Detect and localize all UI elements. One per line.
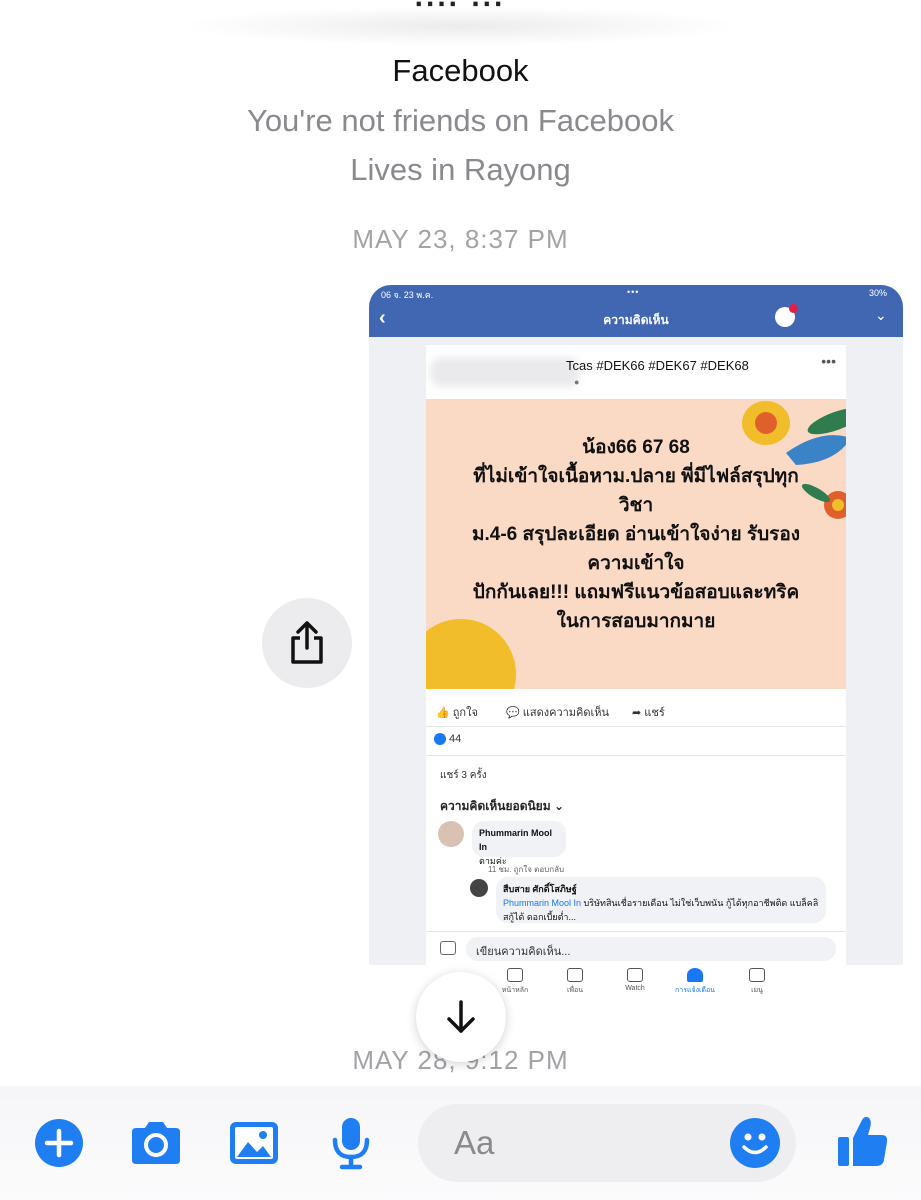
comment-meta: 11 ชม. ถูกใจ ตอบกลับ <box>488 865 565 874</box>
share-button[interactable] <box>262 598 352 688</box>
avatar <box>438 821 464 847</box>
like-reaction-icon <box>434 733 446 746</box>
promo-image: น้อง66 67 68 ที่ไม่เข้าใจเนื้อหาม.ปลาย พ… <box>426 399 846 689</box>
messenger-icon <box>775 304 798 327</box>
comment-composer: เขียนความคิดเห็น... <box>426 931 846 965</box>
comment-action: 💬 แสดงความคิดเห็น <box>506 707 610 719</box>
chevron-down-icon: ⌄ <box>875 307 887 323</box>
top-comments-filter: ความคิดเห็นยอดนิยม ⌄ <box>440 799 565 813</box>
post-actions: 👍 ถูกใจ 💬 แสดงความคิดเห็น ➦ แชร์ <box>426 689 846 727</box>
smiley-icon <box>742 1133 768 1155</box>
globe-icon: ● <box>574 377 580 387</box>
promo-line: ในการสอบมากมาย <box>556 611 716 632</box>
plus-button[interactable] <box>34 1118 84 1173</box>
share-count: แชร์ 3 ครั้ง <box>440 770 487 781</box>
camera-icon <box>440 941 456 955</box>
share-icon <box>291 621 323 664</box>
facebook-navbar: ‹ ความคิดเห็น ⌄ <box>369 301 903 337</box>
friend-status: You're not friends on Facebook <box>246 103 674 138</box>
like-button[interactable] <box>834 1112 892 1175</box>
arrow-down-icon <box>447 1000 475 1033</box>
message-timestamp: MAY 23, 8:37 PM <box>352 224 569 254</box>
camera-icon <box>132 1122 180 1164</box>
post-card: Tcas #DEK66 #DEK67 #DEK68 ● ••• น้อง66 6… <box>426 345 846 965</box>
share-action: ➦ แชร์ <box>632 707 665 719</box>
tab-menu: เมนู <box>732 968 782 996</box>
image-message[interactable]: 06 จ. 23 พ.ค. ••• 30% ‹ ความคิดเห็น ⌄ Tc… <box>369 285 903 965</box>
nav-title: ความคิดเห็น <box>603 313 669 327</box>
comment-bubble: สืบสาย ศักดิ์โสภิษฐ์ Phummarin Mool In บ… <box>496 877 826 923</box>
profile-location: Lives in Rayong <box>350 152 571 187</box>
post-tags: Tcas #DEK66 #DEK67 #DEK68 <box>566 358 749 373</box>
comment-input: เขียนความคิดเห็น... <box>466 937 836 961</box>
facebook-tab-bar: หน้าหลัก เพื่อน Watch การแจ้งเตือน เมนู <box>470 968 790 1002</box>
voice-button[interactable] <box>330 1116 372 1175</box>
contact-name-blurred: ∙∙∙∙ ∙∙∙ <box>160 0 760 46</box>
microphone-icon <box>332 1118 370 1170</box>
camera-button[interactable] <box>128 1120 184 1171</box>
promo-line: ที่ไม่เข้าใจเนื้อหาม.ปลาย พี่มีไฟล์สรุปท… <box>473 466 799 487</box>
message-input-placeholder: Aa <box>454 1124 495 1161</box>
emoji-button[interactable] <box>730 1118 780 1168</box>
avatar <box>470 879 488 897</box>
promo-line: วิชา <box>618 495 654 516</box>
reaction-count: 44 <box>434 733 461 746</box>
poster-name-blurred <box>430 357 580 387</box>
image-icon <box>230 1122 278 1164</box>
promo-line: ความเข้าใจ <box>587 553 685 574</box>
tab-notifications: การแจ้งเตือน <box>670 968 720 996</box>
message-input[interactable]: Aa <box>418 1104 796 1182</box>
tab-friends: เพื่อน <box>550 968 600 996</box>
gallery-button[interactable] <box>228 1120 280 1171</box>
promo-line: น้อง66 67 68 <box>582 437 690 458</box>
profile-title: Facebook <box>392 53 529 88</box>
scroll-to-bottom-button[interactable] <box>416 972 506 1062</box>
status-bar: 06 จ. 23 พ.ค. ••• 30% <box>369 285 903 301</box>
promo-line: ม.4-6 สรุปละเอียด อ่านเข้าใจง่าย รับรอง <box>471 524 801 545</box>
more-icon: ••• <box>821 353 836 369</box>
plus-icon <box>35 1119 83 1167</box>
comment-bubble: Phummarin Mool In ตามค่ะ <box>472 821 566 866</box>
tab-watch: Watch <box>610 968 660 992</box>
thumbs-up-icon <box>838 1116 888 1166</box>
post-header: Tcas #DEK66 #DEK67 #DEK68 ● ••• <box>426 345 846 399</box>
promo-line: ปักกันเลย!!! แถมฟรีแนวข้อสอบและทริค <box>472 582 800 603</box>
like-action: 👍 ถูกใจ <box>436 707 478 719</box>
